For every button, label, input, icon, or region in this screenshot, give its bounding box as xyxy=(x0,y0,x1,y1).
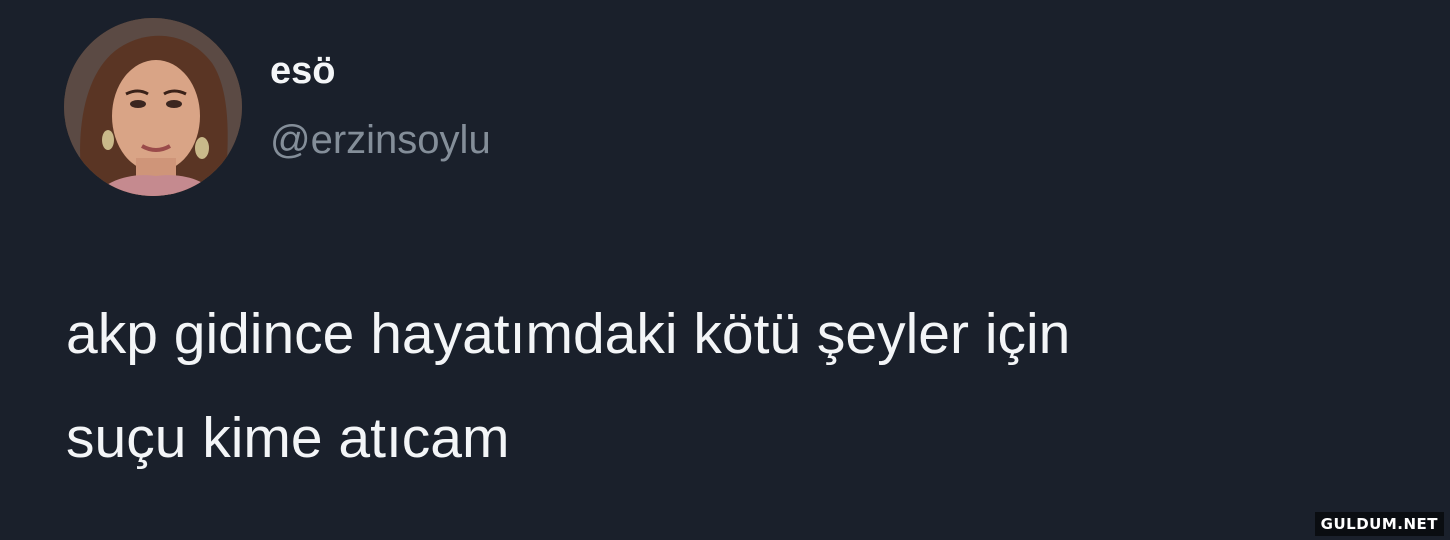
tweet-card: esö @erzinsoylu akp gidince hayatımdaki … xyxy=(0,0,1450,540)
avatar[interactable] xyxy=(64,18,242,196)
user-handle[interactable]: @erzinsoylu xyxy=(270,120,491,160)
watermark: GULDUM.NET xyxy=(1314,512,1444,536)
profile-photo-icon xyxy=(64,18,242,196)
tweet-text: akp gidince hayatımdaki kötü şeyler için… xyxy=(66,302,1071,470)
display-name[interactable]: esö xyxy=(270,52,335,90)
